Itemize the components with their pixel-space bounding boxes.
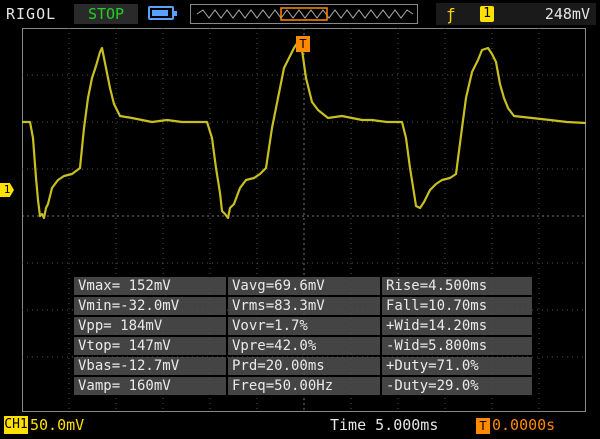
measurement-row: Vmax= 152mV Vavg=69.6mV Rise=4.500ms: [74, 277, 532, 295]
trigger-position-marker[interactable]: T: [296, 36, 310, 52]
measurement-cell: Prd=20.00ms: [228, 357, 380, 375]
measurement-cell: Vpre=42.0%: [228, 337, 380, 355]
measurement-panel: Vmax= 152mV Vavg=69.6mV Rise=4.500ms Vmin=-…: [74, 277, 532, 399]
measurement-cell: Rise=4.500ms: [382, 277, 532, 295]
measurement-cell: +Duty=71.0%: [382, 357, 532, 375]
measurement-cell: Freq=50.00Hz: [228, 377, 380, 395]
timebase-readout: Time 5.000ms: [330, 416, 439, 434]
memory-window-indicator: [190, 4, 418, 24]
measurement-row: Vpp= 184mV Vovr=1.7% +Wid=14.20ms: [74, 317, 532, 335]
measurement-cell: +Wid=14.20ms: [382, 317, 532, 335]
trigger-status[interactable]: ƒ 1 248mV: [436, 3, 596, 25]
measurement-row: Vtop= 147mV Vpre=42.0% -Wid=5.800ms: [74, 337, 532, 355]
measurement-cell: Vovr=1.7%: [228, 317, 380, 335]
top-status-bar: RIGOL STOP ƒ 1 248mV: [0, 0, 600, 28]
trigger-delay-readout: T 0.0000s: [476, 416, 555, 434]
measurement-cell: Vmin=-32.0mV: [74, 297, 226, 315]
vertical-scale: 50.0mV: [30, 416, 85, 434]
measurement-cell: Vrms=83.3mV: [228, 297, 380, 315]
trigger-level: 248mV: [544, 5, 590, 23]
measurement-row: Vmin=-32.0mV Vrms=83.3mV Fall=10.70ms: [74, 297, 532, 315]
trigger-delay-icon: T: [476, 418, 490, 434]
measurement-cell: -Wid=5.800ms: [382, 337, 532, 355]
channel1-offset-marker[interactable]: 1: [0, 183, 14, 197]
run-stop-button[interactable]: STOP: [74, 4, 138, 24]
measurement-row: Vbas=-12.7mV Prd=20.00ms +Duty=71.0%: [74, 357, 532, 375]
measurement-cell: Vtop= 147mV: [74, 337, 226, 355]
measurement-cell: Vpp= 184mV: [74, 317, 226, 335]
measurement-cell: Vavg=69.6mV: [228, 277, 380, 295]
measurement-cell: Vbas=-12.7mV: [74, 357, 226, 375]
battery-icon: [148, 6, 177, 20]
rising-edge-icon: ƒ: [446, 5, 456, 24]
channel1-badge[interactable]: CH1: [4, 416, 28, 434]
measurement-cell: Vamp= 160mV: [74, 377, 226, 395]
trigger-source-badge: 1: [480, 6, 494, 22]
measurement-cell: Fall=10.70ms: [382, 297, 532, 315]
measurement-cell: -Duty=29.0%: [382, 377, 532, 395]
measurement-row: Vamp= 160mV Freq=50.00Hz -Duty=29.0%: [74, 377, 532, 395]
trigger-delay-value: 0.0000s: [492, 416, 556, 434]
bottom-status-bar: CH1 50.0mV Time 5.000ms T 0.0000s: [0, 413, 600, 439]
brand-label: RIGOL: [6, 5, 57, 23]
measurement-cell: Vmax= 152mV: [74, 277, 226, 295]
